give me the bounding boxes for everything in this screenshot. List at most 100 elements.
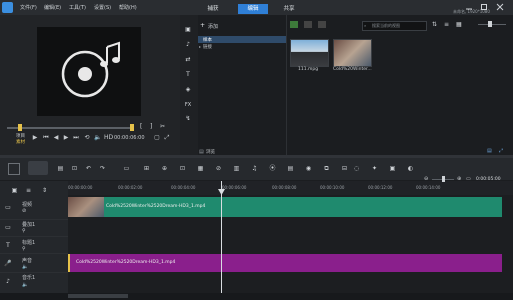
undo-icon[interactable]: ↶ [84, 164, 93, 173]
playhead[interactable] [221, 181, 222, 293]
3d-title-icon[interactable]: ⧉ [322, 164, 331, 173]
speed-icon[interactable]: ⊘ [214, 164, 223, 173]
library-content [287, 15, 513, 155]
add-folder-label[interactable]: 添加 [208, 23, 218, 30]
title-track-link-icon[interactable]: ⚲ [22, 246, 26, 252]
timeline-timecode[interactable]: 0:00:05:00 [476, 177, 501, 182]
thumbnail-size-slider[interactable] [478, 24, 506, 25]
motion-track-icon[interactable]: ⦿ [268, 164, 277, 173]
fx-icon[interactable]: FX [183, 100, 193, 110]
fit-project-icon[interactable]: ▭ [466, 176, 471, 182]
tab-capture[interactable]: 捕获 [198, 4, 228, 14]
audio-filter-icon[interactable] [318, 21, 326, 28]
title-icon[interactable]: T [183, 70, 193, 80]
video-track-mute-icon[interactable]: ⊘ [22, 208, 26, 214]
color-grading-icon[interactable]: ▣ [388, 164, 397, 173]
split-icon[interactable]: ✂ [160, 123, 165, 130]
trim-marker-start[interactable] [18, 124, 22, 131]
tab-edit[interactable]: 编辑 [238, 4, 268, 14]
stabilize-icon[interactable]: ◌ [352, 164, 361, 173]
home-icon[interactable]: ⏮ [42, 134, 50, 142]
lens-correction-icon[interactable]: ◐ [406, 164, 415, 173]
audio-mixer-icon[interactable]: ▥ [232, 164, 241, 173]
music-track-volume-icon[interactable]: 🔈 [22, 282, 28, 288]
tree-item-links[interactable]: 链接 [203, 44, 212, 50]
storyboard-view-icon[interactable] [8, 163, 20, 175]
preview-window [37, 27, 141, 116]
track-manager-icon[interactable]: ▤ [56, 164, 65, 173]
menu-tools[interactable]: 工具(T) [69, 4, 86, 11]
volume-icon[interactable]: 🔈 [94, 134, 102, 142]
auto-music-icon[interactable]: ♫ [250, 164, 259, 173]
video-filter-icon[interactable] [290, 21, 298, 28]
track-height-icon[interactable]: ⇕ [40, 186, 49, 195]
maximize-icon[interactable] [480, 3, 488, 11]
timeline-button-icon[interactable]: ⊞ [142, 164, 151, 173]
media-thumbnail-111[interactable] [290, 39, 329, 67]
next-frame-icon[interactable]: ▶ [62, 134, 70, 142]
audio-clip-handle[interactable] [68, 254, 70, 272]
mark-in-icon[interactable]: [ [140, 123, 142, 130]
redo-icon[interactable]: ↷ [98, 164, 107, 173]
voice-track-volume-icon[interactable]: 🔈 [22, 264, 28, 270]
zoom-in-icon[interactable]: ⊕ [457, 176, 461, 182]
multicam-icon[interactable]: ▦ [196, 164, 205, 173]
search-icon: ⌕ [364, 23, 367, 28]
media-label-111: 111.mpg [298, 67, 319, 72]
mark-out-icon[interactable]: ] [150, 123, 152, 130]
media-thumbnail-coldwinter[interactable] [333, 39, 372, 67]
sort-icon[interactable]: ⇅ [432, 21, 437, 28]
subtitle-icon[interactable]: ▤ [286, 164, 295, 173]
ruler-tick-label: 00:00:10:00 [320, 185, 345, 190]
menu-help[interactable]: 帮助(H) [119, 4, 137, 11]
photo-filter-icon[interactable] [304, 21, 312, 28]
overlay-track-link-icon[interactable]: ⚲ [22, 228, 26, 234]
graphics-icon[interactable]: ◈ [183, 85, 193, 95]
trim-marker-end[interactable] [130, 124, 134, 131]
transition-icon[interactable]: ⇄ [183, 55, 193, 65]
tree-expand-icon[interactable]: ▸ [199, 44, 201, 49]
play-icon[interactable]: ▶ [31, 134, 39, 142]
menu-settings[interactable]: 设置(S) [94, 4, 111, 11]
insert-track-icon[interactable]: ≡ [24, 186, 33, 195]
close-icon[interactable] [496, 3, 504, 11]
timeline-scrollbar[interactable] [68, 294, 128, 298]
camera-icon[interactable]: ◉ [304, 164, 313, 173]
media-icon[interactable]: ▣ [183, 25, 193, 35]
tree-item-samples[interactable]: 样本 [203, 37, 212, 43]
mask-creator-icon[interactable]: ⊕ [160, 164, 169, 173]
motion-path-icon[interactable]: ↯ [183, 114, 193, 124]
repeat-icon[interactable]: ⟲ [83, 134, 91, 142]
all-tracks-icon[interactable]: ▣ [10, 186, 19, 195]
pan-zoom-icon[interactable]: ⊡ [178, 164, 187, 173]
preview-scrubber[interactable] [7, 127, 133, 129]
effects-icon[interactable]: ✦ [370, 164, 379, 173]
timeline-view-icon[interactable] [28, 161, 48, 175]
media-label-coldwinter: Cold%20Winter... [333, 67, 372, 72]
fullscreen-icon[interactable]: ⤢ [163, 134, 171, 142]
library-options-icon[interactable]: ▤ [487, 148, 492, 154]
player-timecode[interactable]: 00:00:06:00 [114, 135, 145, 141]
view-list-icon[interactable]: ≡ [444, 21, 449, 28]
zoom-icon[interactable]: ▢ [153, 134, 161, 142]
zoom-out-icon[interactable]: ⊖ [424, 176, 428, 182]
track-label-overlay: 叠加1 [22, 222, 36, 228]
hd-icon[interactable]: HD [104, 134, 113, 142]
menu-edit[interactable]: 编辑(E) [44, 4, 61, 11]
add-folder-icon[interactable]: + [200, 22, 205, 29]
minimize-icon[interactable] [465, 3, 473, 11]
split-screen-icon[interactable]: ⊟ [340, 164, 349, 173]
prev-frame-icon[interactable]: ◀ [52, 134, 60, 142]
record-capture-icon[interactable]: ▭ [122, 164, 131, 173]
clip-mode-label[interactable]: 素材 [16, 139, 25, 145]
view-thumb-icon[interactable]: ▦ [456, 21, 462, 28]
thumbnail-size-handle[interactable] [488, 21, 492, 27]
end-icon[interactable]: ⏭ [72, 134, 80, 142]
title-track-icon: T [6, 242, 10, 249]
menu-file[interactable]: 文件(F) [20, 4, 37, 11]
zoom-slider-handle[interactable] [442, 176, 445, 182]
tab-share[interactable]: 共享 [274, 4, 304, 14]
ripple-icon[interactable]: ⊡ [70, 164, 79, 173]
instant-project-icon[interactable]: ♪ [183, 40, 193, 50]
library-expand-icon[interactable]: ⤢ [499, 148, 503, 154]
